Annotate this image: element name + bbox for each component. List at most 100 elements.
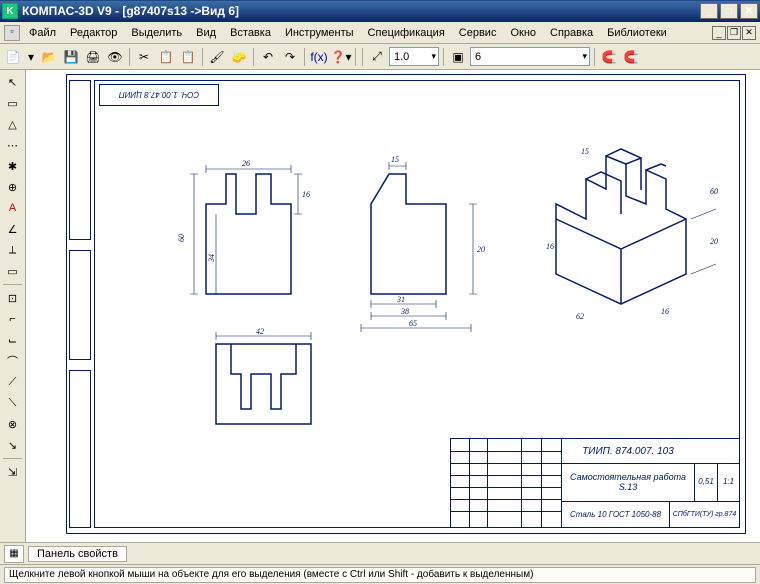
point-tool[interactable]: ⊡ <box>2 288 24 308</box>
perp-tool[interactable]: ⟂ <box>2 240 24 260</box>
menu-tools[interactable]: Инструменты <box>278 25 361 41</box>
menu-file[interactable]: Файл <box>22 25 63 41</box>
polyline-tool[interactable]: ⌙ <box>2 330 24 350</box>
separator <box>594 48 595 66</box>
state-button[interactable]: ▣ <box>448 47 468 67</box>
cursor-tool[interactable]: ↖ <box>2 72 24 92</box>
panel-icon: ▦ <box>9 548 18 559</box>
redo-button[interactable]: ↷ <box>280 47 300 67</box>
snap-off-button[interactable]: 🧲 <box>621 47 641 67</box>
separator <box>355 48 356 66</box>
dots-icon: ⋯ <box>7 139 18 152</box>
copy-button[interactable]: 📋 <box>156 47 176 67</box>
preview-button[interactable]: 👁 <box>105 47 125 67</box>
save-button[interactable]: 💾 <box>61 47 81 67</box>
toolbar: 📄 ▾ 📂 💾 🖨 👁 ✂ 📋 📋 🖌 🧽 ↶ ↷ f(x) ❓▾ ⤢ 1.0 … <box>0 44 760 70</box>
polyline-icon: ⌙ <box>8 334 17 347</box>
rect-tool[interactable]: ▭ <box>2 93 24 113</box>
eraser-icon: 🧽 <box>232 50 247 64</box>
move-tool[interactable]: ⇲ <box>2 462 24 482</box>
angle-tool[interactable]: ∠ <box>2 219 24 239</box>
menu-insert[interactable]: Вставка <box>223 25 278 41</box>
app-icon: K <box>2 3 18 19</box>
dim-42: 42 <box>256 327 264 336</box>
binding-column <box>66 74 94 534</box>
dim-iso-62: 62 <box>576 312 584 321</box>
dim-16: 16 <box>302 190 310 199</box>
star-tool[interactable]: ✱ <box>2 156 24 176</box>
property-panel-bar: ▦ Панель свойств <box>0 542 760 564</box>
state-combo[interactable]: 6 <box>470 47 590 66</box>
mdi-minimize-button[interactable]: _ <box>712 26 726 40</box>
new-dropdown-button[interactable]: ▾ <box>25 47 37 67</box>
help-cursor-button[interactable]: ❓▾ <box>331 47 351 67</box>
panel-label[interactable]: Панель свойств <box>28 546 127 562</box>
reverse-stamp-text: СОЧ. 1.00.47.8 ЦИИП <box>119 91 199 100</box>
drawing-sheet: СОЧ. 1.00.47.8 ЦИИП 26 16 60 34 15 31 <box>66 74 746 534</box>
tb-name: Самостоятельная работа S.13 <box>561 463 694 501</box>
tri-tool[interactable]: △ <box>2 114 24 134</box>
tb-scale: 1:1 <box>717 463 739 501</box>
circle-tool[interactable]: ⊕ <box>2 177 24 197</box>
cut-button[interactable]: ✂ <box>134 47 154 67</box>
menu-view[interactable]: Вид <box>189 25 223 41</box>
arc-tool[interactable]: ⌒ <box>2 351 24 371</box>
bind-box <box>69 80 91 240</box>
close-button[interactable]: ✕ <box>740 3 758 19</box>
print-button[interactable]: 🖨 <box>83 47 103 67</box>
circlex-icon: ⊗ <box>8 418 17 431</box>
state-icon: ▣ <box>452 50 463 64</box>
scale-fit-button[interactable]: ⤢ <box>367 47 387 67</box>
text-icon: A <box>9 202 16 214</box>
menu-spec[interactable]: Спецификация <box>361 25 452 41</box>
top-view: 42 <box>196 324 346 444</box>
tb-material: Сталь 10 ГОСТ 1050-88 <box>561 501 669 528</box>
tb-org: СПбГТИ(ТУ) гр.874 <box>669 501 739 528</box>
scale-combo[interactable]: 1.0 <box>389 47 439 66</box>
dim-15: 15 <box>391 155 399 164</box>
folder-open-icon: 📂 <box>42 50 57 64</box>
state-value: 6 <box>475 51 481 63</box>
paste-button[interactable]: 📋 <box>178 47 198 67</box>
fx-button[interactable]: f(x) <box>309 47 329 67</box>
undo-button[interactable]: ↶ <box>258 47 278 67</box>
separator <box>253 48 254 66</box>
magnet-off-icon: 🧲 <box>624 50 639 64</box>
text-tool[interactable]: A <box>2 198 24 218</box>
panel-icon-button[interactable]: ▦ <box>4 545 24 563</box>
brush-button[interactable]: 🖌 <box>207 47 227 67</box>
erase-button[interactable]: 🧽 <box>229 47 249 67</box>
mdi-close-button[interactable]: ✕ <box>742 26 756 40</box>
mdi-system-icon[interactable]: ▫ <box>4 25 20 41</box>
drawing-canvas[interactable]: СОЧ. 1.00.47.8 ЦИИП 26 16 60 34 15 31 <box>26 70 760 542</box>
menu-libraries[interactable]: Библиотеки <box>600 25 674 41</box>
scissors-icon: ✂ <box>139 50 149 64</box>
dim-20: 20 <box>477 245 485 254</box>
circle-add-icon: ⊕ <box>8 181 17 194</box>
menu-window[interactable]: Окно <box>503 25 543 41</box>
diag2-tool[interactable]: ⟍ <box>2 393 24 413</box>
line-icon: ⌐ <box>9 313 15 325</box>
menu-service[interactable]: Сервис <box>452 25 504 41</box>
minimize-button[interactable]: _ <box>700 3 718 19</box>
snap-on-button[interactable]: 🧲 <box>599 47 619 67</box>
maximize-button[interactable]: □ <box>720 3 738 19</box>
circlex-tool[interactable]: ⊗ <box>2 414 24 434</box>
separator <box>362 48 363 66</box>
new-button[interactable]: 📄 <box>3 47 23 67</box>
floppy-icon: 💾 <box>64 50 79 64</box>
arrow-tool[interactable]: ↘ <box>2 435 24 455</box>
points-tool[interactable]: ⋯ <box>2 135 24 155</box>
menu-edit[interactable]: Редактор <box>63 25 124 41</box>
paste-icon: 📋 <box>181 50 196 64</box>
open-button[interactable]: 📂 <box>39 47 59 67</box>
line-tool[interactable]: ⌐ <box>2 309 24 329</box>
separator <box>129 48 130 66</box>
box-tool[interactable]: ▭ <box>2 261 24 281</box>
diag1-tool[interactable]: ⟋ <box>2 372 24 392</box>
menu-help[interactable]: Справка <box>543 25 600 41</box>
tb-mass: 0,51 <box>694 463 717 501</box>
menu-select[interactable]: Выделить <box>124 25 189 41</box>
mdi-restore-button[interactable]: ❐ <box>727 26 741 40</box>
dim-iso-16b: 16 <box>661 307 669 316</box>
